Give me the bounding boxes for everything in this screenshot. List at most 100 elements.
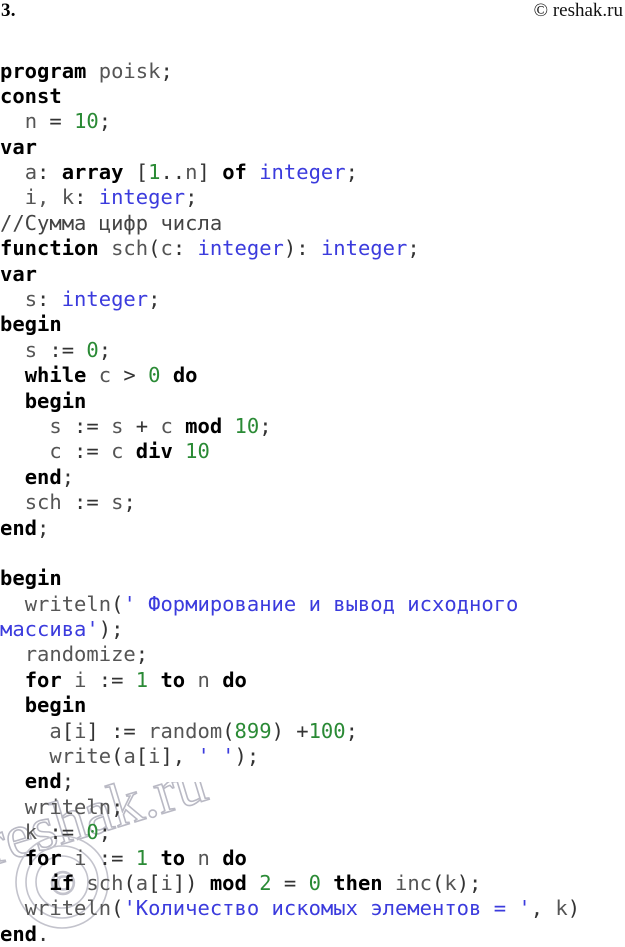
code-token-plain — [0, 592, 25, 616]
code-listing: program poisk;const n = 10;var a: array … — [0, 59, 625, 947]
code-token-plain — [321, 871, 333, 895]
code-token-plain: ( — [148, 236, 160, 260]
code-token-plain — [0, 389, 25, 413]
code-token-kw: to — [160, 846, 185, 870]
code-token-kw: mod — [185, 414, 222, 438]
code-token-id: s — [49, 414, 61, 438]
code-token-id: a — [25, 160, 37, 184]
code-line: var — [0, 135, 625, 160]
code-token-kw: for — [25, 668, 62, 692]
code-token-plain: := — [62, 439, 111, 463]
code-line: for i := 1 to n do — [0, 846, 625, 871]
code-token-plain: := — [62, 490, 111, 514]
code-token-plain — [62, 846, 74, 870]
code-line: end; — [0, 516, 625, 541]
code-token-kw: while — [25, 363, 87, 387]
code-token-plain: ( — [111, 744, 123, 768]
code-token-plain — [0, 795, 25, 819]
code-token-plain: := — [86, 668, 135, 692]
code-token-plain: > — [111, 363, 148, 387]
code-token-plain: ; — [37, 516, 49, 540]
code-token-num: 10 — [74, 109, 99, 133]
code-token-plain: ) + — [272, 719, 309, 743]
code-token-plain — [86, 363, 98, 387]
code-token-plain: ( — [123, 871, 135, 895]
code-token-plain: ] := — [86, 719, 148, 743]
code-token-plain: ( — [432, 871, 444, 895]
code-line: s := s + c mod 10; — [0, 414, 625, 439]
code-line: //Сумма цифр числа — [0, 211, 625, 236]
code-token-plain: := — [62, 414, 111, 438]
code-token-plain: ; — [99, 109, 111, 133]
code-token-kw: end — [25, 769, 62, 793]
code-token-num: 2 — [259, 871, 271, 895]
code-token-id: a — [123, 744, 135, 768]
code-token-kw: begin — [0, 566, 62, 590]
code-line: c := c div 10 — [0, 439, 625, 464]
code-token-id: k — [444, 871, 456, 895]
code-token-plain: : — [74, 185, 99, 209]
code-token-kw: const — [0, 84, 62, 108]
code-token-type: integer — [259, 160, 345, 184]
code-token-id: s — [111, 490, 123, 514]
code-token-cmt: //Сумма цифр числа — [0, 211, 222, 235]
code-token-kw: then — [333, 871, 382, 895]
code-token-id: i — [74, 668, 86, 692]
code-token-num: 10 — [185, 439, 210, 463]
code-token-plain: ; — [99, 338, 111, 362]
code-token-plain: .. — [160, 160, 185, 184]
code-token-plain: ; — [111, 795, 123, 819]
code-token-plain: . — [37, 922, 49, 946]
code-token-plain: ; — [62, 769, 74, 793]
code-token-kw: end — [0, 922, 37, 946]
code-line: n = 10; — [0, 109, 625, 134]
code-line: массива'); — [0, 617, 625, 642]
code-line: const — [0, 84, 625, 109]
code-token-plain: = — [272, 871, 309, 895]
code-token-plain — [0, 896, 25, 920]
code-token-plain: ; — [136, 642, 148, 666]
code-line: k := 0; — [0, 820, 625, 845]
code-token-plain: ; — [99, 820, 111, 844]
code-token-kw: var — [0, 135, 37, 159]
code-token-plain: + — [123, 414, 160, 438]
code-token-plain: ], — [160, 744, 197, 768]
code-token-plain: : — [37, 287, 62, 311]
code-token-kw: do — [173, 363, 198, 387]
page-header: 3. © reshak.ru — [0, 0, 625, 26]
code-token-plain — [210, 668, 222, 692]
code-token-type: integer — [198, 236, 284, 260]
code-token-kw: program — [0, 59, 86, 83]
code-token-id: inc — [395, 871, 432, 895]
code-line: randomize; — [0, 642, 625, 667]
code-token-plain — [62, 668, 74, 692]
code-token-plain: , — [531, 896, 556, 920]
code-token-plain — [0, 109, 25, 133]
code-token-plain: : — [173, 236, 198, 260]
code-token-kw: array — [62, 160, 124, 184]
code-token-kw: of — [222, 160, 247, 184]
code-line: program poisk; — [0, 59, 625, 84]
code-token-plain — [247, 871, 259, 895]
code-token-id: sch — [111, 236, 148, 260]
code-token-str: 'Количество искомых элементов = ' — [123, 896, 530, 920]
code-token-plain — [0, 338, 25, 362]
code-token-plain — [185, 846, 197, 870]
code-token-plain — [0, 846, 25, 870]
code-token-id: n — [198, 846, 210, 870]
code-token-plain: ]) — [173, 871, 210, 895]
code-token-plain: := — [37, 338, 86, 362]
code-token-kw: var — [0, 262, 37, 286]
code-line: writeln; — [0, 795, 625, 820]
code-token-plain: ; — [346, 719, 358, 743]
code-token-type: integer — [321, 236, 407, 260]
code-token-kw: if — [49, 871, 74, 895]
code-token-str: ' ' — [198, 744, 235, 768]
code-line: function sch(c: integer): integer; — [0, 236, 625, 261]
code-line: a[i] := random(899) +100; — [0, 719, 625, 744]
code-token-plain: [ — [148, 871, 160, 895]
code-line: end; — [0, 769, 625, 794]
code-line: end. — [0, 922, 625, 947]
code-token-plain: := — [86, 846, 135, 870]
code-token-plain: ; — [123, 490, 135, 514]
